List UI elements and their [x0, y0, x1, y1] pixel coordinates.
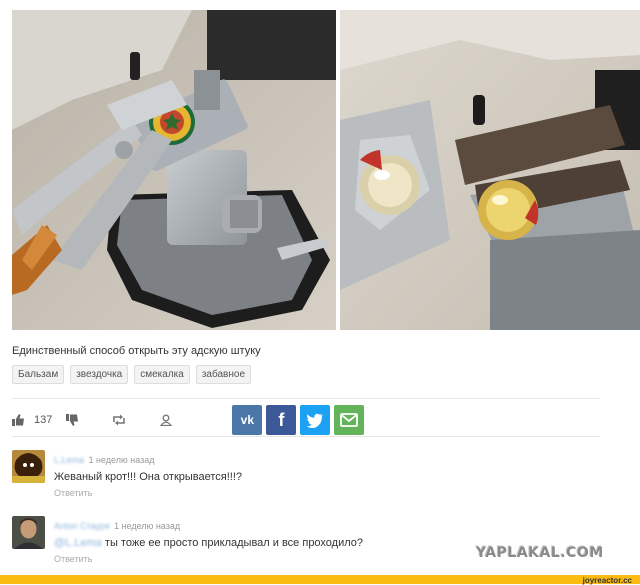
tag-list: Бальзам звездочка смекалка забавное — [12, 365, 252, 384]
avatar[interactable] — [12, 516, 45, 549]
twitter-bird-icon — [306, 413, 324, 428]
comment-author[interactable]: Anton Стауря — [54, 521, 110, 531]
tag-balsam[interactable]: Бальзам — [12, 365, 65, 384]
comment-time: 1 неделю назад — [114, 521, 181, 531]
yaplakal-watermark: YAPLAKAL.COM — [476, 545, 604, 561]
share-buttons: vk f — [232, 405, 365, 435]
comment-body: L.Lema 1 неделю назад Жеваный крот!!! Он… — [54, 450, 242, 498]
comment-body: Anton Стауря 1 неделю назад @L.Lema ты т… — [54, 516, 363, 564]
tag-ingenuity[interactable]: смекалка — [134, 365, 190, 384]
post-caption: Единственный способ открыть эту адскую ш… — [12, 345, 261, 357]
tag-funny[interactable]: забавное — [195, 365, 252, 384]
repost-icon — [113, 414, 126, 426]
photo-vise-with-pliers[interactable] — [12, 10, 336, 330]
divider — [12, 398, 600, 399]
comment-text: ты тоже ее просто прикладывал и все прох… — [104, 537, 364, 549]
dislike-button[interactable] — [66, 414, 79, 426]
tag-star[interactable]: звездочка — [70, 365, 129, 384]
share-link-button[interactable] — [160, 414, 173, 426]
email-share-button[interactable] — [334, 405, 365, 435]
comment-mention[interactable]: @L.Lema — [54, 537, 102, 549]
comment-time: 1 неделю назад — [88, 455, 155, 465]
comment-author[interactable]: L.Lema — [54, 455, 84, 465]
post-actions-bar: 137 vk f — [12, 404, 365, 436]
like-button[interactable] — [12, 414, 24, 426]
site-footer-bar: joyreactor.cc — [0, 575, 640, 585]
repost-button[interactable] — [112, 414, 126, 426]
twitter-share-button[interactable] — [300, 405, 331, 435]
post-images — [12, 10, 640, 330]
avatar[interactable] — [12, 450, 45, 483]
share-user-icon — [160, 414, 173, 426]
reply-link[interactable]: Ответить — [54, 488, 242, 498]
thumb-up-icon — [12, 414, 24, 426]
comment-text-row: @L.Lema ты тоже ее просто прикладывал и … — [54, 537, 363, 549]
photo-vise-with-marbles[interactable] — [340, 10, 640, 330]
divider — [12, 436, 600, 437]
reply-link[interactable]: Ответить — [54, 554, 363, 564]
vk-share-button[interactable]: vk — [232, 405, 263, 435]
rating-count: 137 — [34, 414, 53, 426]
thumb-down-icon — [66, 414, 79, 426]
comment-text: Жеваный крот!!! Она открывается!!!? — [54, 471, 243, 483]
facebook-share-button[interactable]: f — [266, 405, 297, 435]
mail-icon — [340, 413, 359, 427]
